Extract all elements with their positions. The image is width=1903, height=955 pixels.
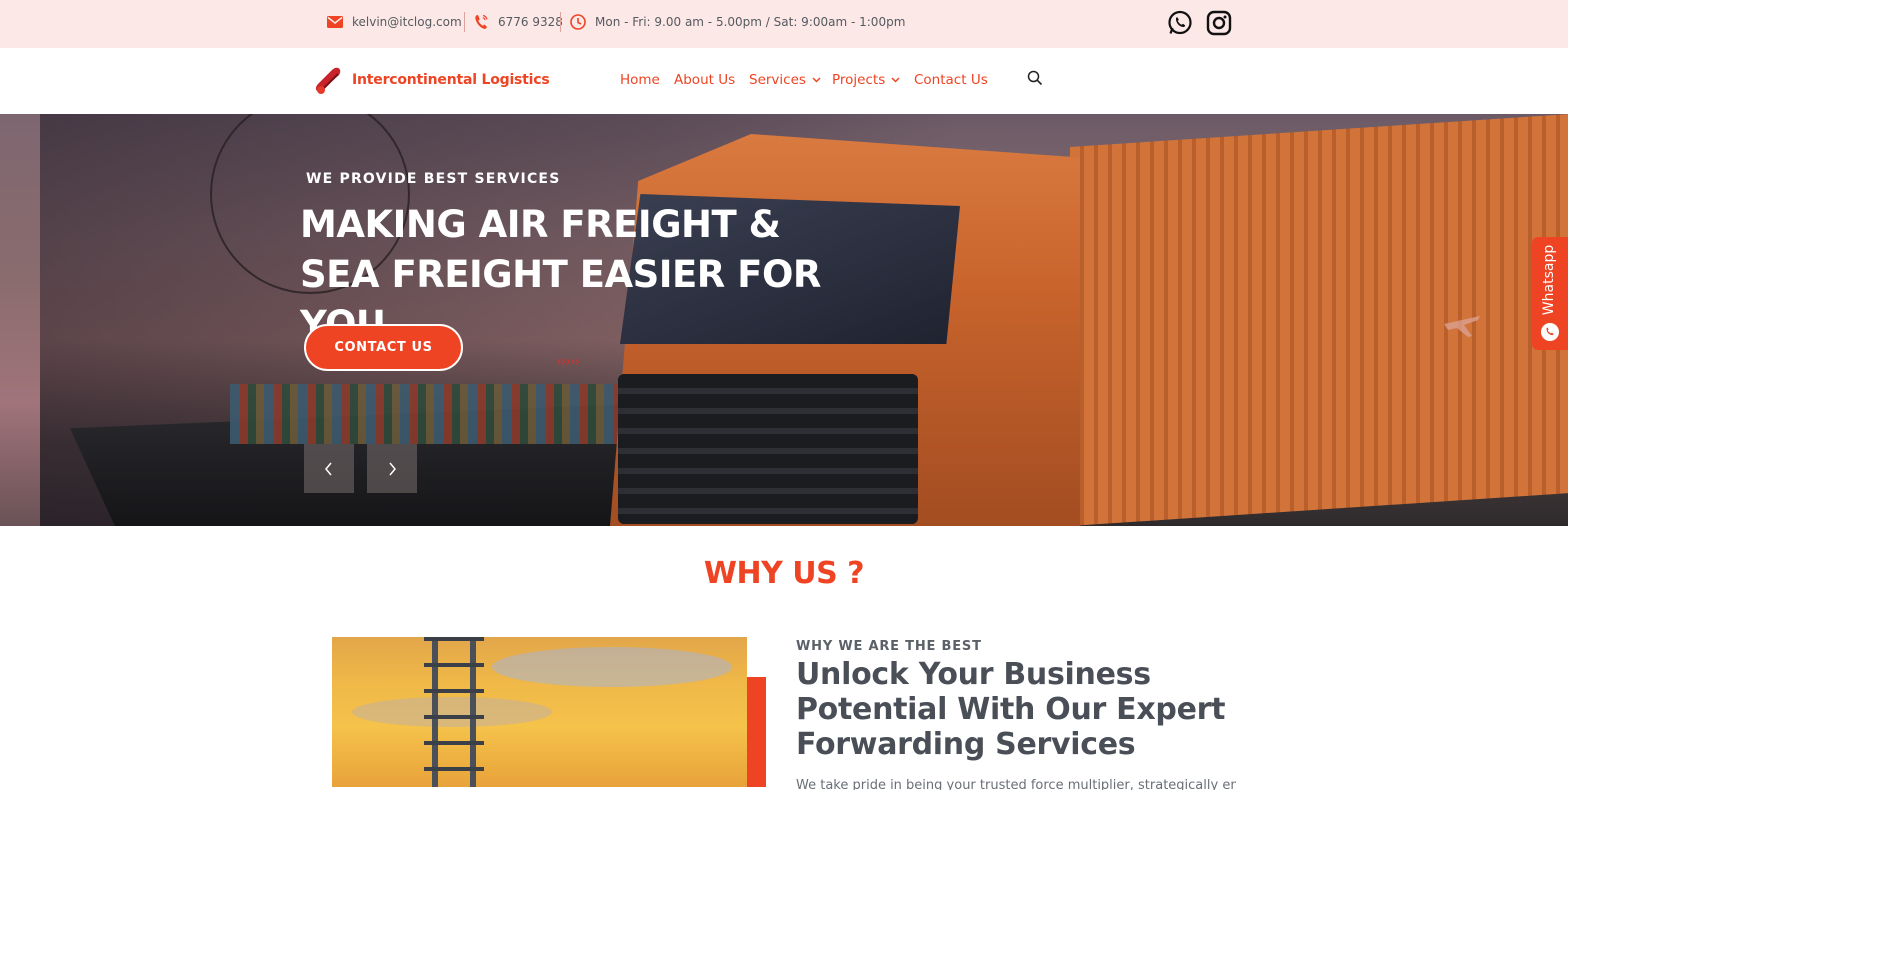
chevron-down-icon: [891, 77, 900, 83]
nav-projects[interactable]: Projects: [832, 72, 900, 88]
accent-bar: [747, 677, 766, 787]
instagram-icon[interactable]: [1206, 10, 1232, 36]
chevron-left-icon: [325, 462, 332, 475]
hero-subtitle: WE PROVIDE BEST SERVICES: [306, 171, 561, 187]
nav-about[interactable]: About Us: [674, 72, 735, 88]
truck-grille-graphic: [618, 374, 918, 524]
airplane-icon: [1444, 316, 1480, 337]
prev-slide-button[interactable]: [304, 444, 354, 493]
hours-text: Mon - Fri: 9.00 am - 5.00pm / Sat: 9:00a…: [595, 15, 906, 29]
phone-icon: [475, 14, 488, 29]
divider: [560, 12, 561, 32]
logo-text[interactable]: Intercontinental Logistics: [352, 72, 550, 88]
container-stacks-graphic: [230, 384, 620, 444]
chevron-down-icon: [812, 77, 821, 83]
why-us-heading: Unlock Your Business Potential With Our …: [796, 657, 1226, 762]
nav-label[interactable]: Contact Us: [914, 72, 988, 88]
nav-label[interactable]: About Us: [674, 72, 735, 88]
email-text[interactable]: kelvin@itclog.com: [352, 15, 462, 29]
nav-label[interactable]: Home: [620, 72, 660, 88]
business-hours: Mon - Fri: 9.00 am - 5.00pm / Sat: 9:00a…: [570, 0, 905, 44]
chevron-right-icon: [389, 462, 396, 475]
phone-text[interactable]: 6776 9328: [498, 15, 563, 29]
phone-contact[interactable]: 6776 9328: [474, 0, 563, 44]
logo-icon[interactable]: [312, 64, 346, 98]
nav-services[interactable]: Services: [749, 72, 821, 88]
nav-home[interactable]: Home: [620, 72, 660, 88]
why-us-title: WHY US ?: [703, 556, 865, 591]
whatsapp-icon[interactable]: [1167, 10, 1193, 36]
why-us-image: [332, 637, 747, 787]
nav-label[interactable]: Projects: [832, 72, 885, 88]
hero-previous-slide-edge: [0, 114, 40, 526]
divider: [464, 12, 465, 32]
shipping-container-graphic: [1070, 114, 1568, 526]
decorative-arrows: ›››››: [556, 354, 580, 370]
site-header: Intercontinental Logistics Home About Us…: [0, 48, 1568, 114]
envelope-icon: [327, 16, 343, 28]
next-slide-button[interactable]: [367, 444, 417, 493]
top-info-bar: kelvin@itclog.com 6776 9328 Mon - Fri: 9…: [0, 0, 1568, 48]
crane-graphic: [424, 637, 484, 787]
nav-contact[interactable]: Contact Us: [914, 72, 988, 88]
email-contact[interactable]: kelvin@itclog.com: [327, 0, 462, 44]
whatsapp-icon[interactable]: [1540, 322, 1560, 342]
nav-label[interactable]: Services: [749, 72, 806, 88]
clock-icon: [570, 14, 586, 30]
hero-slider: ››››› WE PROVIDE BEST SERVICES MAKING AI…: [0, 114, 1568, 526]
why-us-kicker: WHY WE ARE THE BEST: [796, 639, 982, 654]
whatsapp-float-label[interactable]: Whatsapp: [1541, 245, 1557, 315]
contact-us-button[interactable]: CONTACT US: [304, 324, 463, 371]
cloud-graphic: [492, 647, 732, 687]
why-us-body: We take pride in being your trusted forc…: [796, 778, 1236, 790]
search-icon[interactable]: [1027, 70, 1043, 86]
